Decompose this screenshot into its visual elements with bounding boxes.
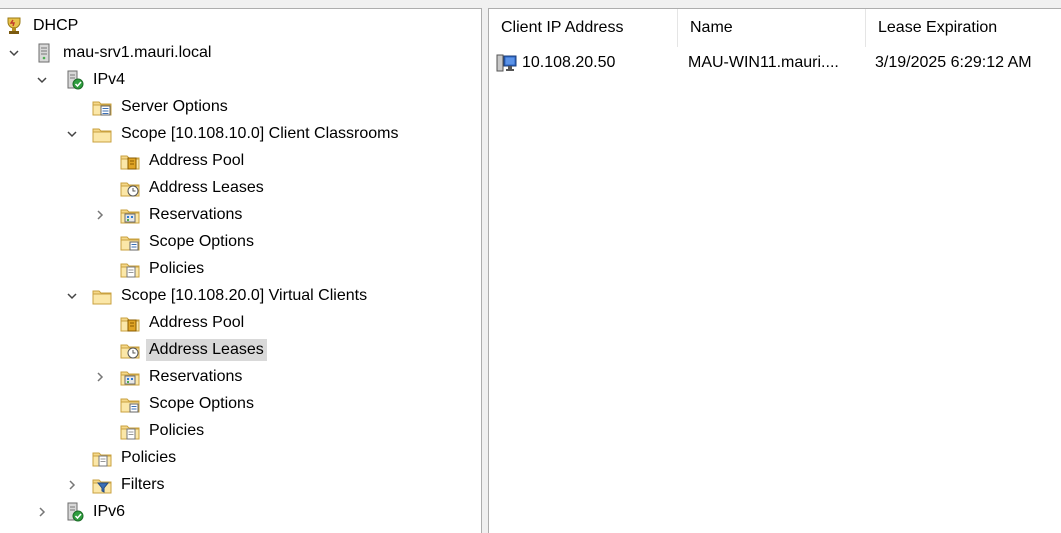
cell-lease-expiration: 3/19/2025 6:29:12 AM: [875, 54, 1032, 71]
table-row[interactable]: 10.108.20.50 MAU-WIN11.mauri.... 3/19/20…: [489, 51, 1061, 75]
tree-node-server-options[interactable]: Server Options: [92, 94, 231, 119]
tree-label: IPv4: [93, 70, 126, 88]
tree-node-scope-client-classrooms[interactable]: Scope [10.108.10.0] Client Classrooms: [92, 121, 401, 146]
tree-node-address-leases[interactable]: Address Leases: [120, 175, 267, 200]
folder-icon: [92, 286, 112, 306]
expand-chevron-down-icon[interactable]: [64, 121, 80, 146]
tree-label: Address Leases: [149, 178, 264, 196]
expand-chevron-down-icon[interactable]: [6, 40, 22, 65]
policies-icon: [92, 448, 112, 466]
cell-name: MAU-WIN11.mauri....: [688, 54, 839, 71]
tree-label: Address Pool: [149, 313, 245, 331]
address-pool-icon: [120, 151, 140, 169]
expand-chevron-right-icon[interactable]: [92, 364, 108, 389]
server-icon: [38, 43, 50, 62]
tree-node-ipv4-policies[interactable]: Policies: [92, 445, 179, 470]
tree-node-scope-virtual-clients[interactable]: Scope [10.108.20.0] Virtual Clients: [92, 283, 370, 308]
results-list[interactable]: Client IP Address Name Lease Expiration …: [488, 8, 1061, 533]
tree-node-reservations[interactable]: Reservations: [120, 364, 245, 389]
tree-label: Scope [10.108.20.0] Virtual Clients: [121, 286, 368, 304]
tree-label: Reservations: [149, 367, 243, 385]
tree-node-address-leases-selected[interactable]: Address Leases: [120, 337, 267, 362]
client-computer-icon: [496, 54, 517, 72]
console-tree[interactable]: DHCP mau-srv1.mauri.local IPv4 Server Op…: [0, 8, 482, 533]
folder-icon: [92, 124, 112, 144]
tree-label: IPv6: [93, 502, 126, 520]
tree-node-ipv6[interactable]: IPv6: [64, 499, 128, 524]
tree-node-server[interactable]: mau-srv1.mauri.local: [34, 40, 214, 65]
tree-node-dhcp[interactable]: DHCP: [4, 13, 81, 38]
column-header-client-ip[interactable]: Client IP Address: [489, 9, 678, 47]
tree-node-policies[interactable]: Policies: [120, 418, 207, 443]
tree-node-address-pool[interactable]: Address Pool: [120, 310, 247, 335]
expand-chevron-down-icon[interactable]: [64, 283, 80, 308]
expand-chevron-right-icon[interactable]: [92, 202, 108, 227]
tree-label: Scope Options: [149, 394, 254, 412]
window-top-strip: [0, 0, 1061, 8]
reservations-icon: [120, 205, 140, 225]
expand-chevron-right-icon[interactable]: [64, 472, 80, 497]
server-options-icon: [92, 97, 112, 115]
tree-label: Policies: [149, 259, 205, 277]
dhcp-root-icon: [7, 17, 21, 34]
tree-node-filters[interactable]: Filters: [92, 472, 168, 497]
scope-options-icon: [120, 394, 140, 412]
address-pool-icon: [120, 313, 140, 331]
expand-chevron-right-icon[interactable]: [34, 499, 50, 524]
policies-icon: [120, 421, 140, 439]
filter-icon: [92, 475, 112, 495]
tree-node-policies[interactable]: Policies: [120, 256, 207, 281]
tree-label: Filters: [121, 475, 165, 493]
tree-label: Policies: [121, 448, 177, 466]
tree-node-address-pool[interactable]: Address Pool: [120, 148, 247, 173]
policies-icon: [120, 259, 140, 277]
tree-label: DHCP: [33, 16, 79, 34]
tree-label: Scope Options: [149, 232, 254, 250]
tree-label: Reservations: [149, 205, 243, 223]
column-header-lease-expiration[interactable]: Lease Expiration: [866, 9, 1061, 47]
column-header-name[interactable]: Name: [678, 9, 866, 47]
tree-label: mau-srv1.mauri.local: [63, 43, 212, 61]
reservations-icon: [120, 367, 140, 387]
address-leases-icon: [120, 178, 140, 196]
cell-client-ip: 10.108.20.50: [496, 51, 615, 75]
ipv4-icon: [67, 70, 84, 89]
tree-label: Address Pool: [149, 151, 245, 169]
tree-label: Server Options: [121, 97, 228, 115]
ipv6-icon: [67, 502, 84, 521]
tree-label: Scope [10.108.10.0] Client Classrooms: [121, 124, 399, 142]
tree-node-reservations[interactable]: Reservations: [120, 202, 245, 227]
tree-node-ipv4[interactable]: IPv4: [64, 67, 128, 92]
expand-chevron-down-icon[interactable]: [34, 67, 50, 92]
tree-node-scope-options[interactable]: Scope Options: [120, 229, 257, 254]
tree-label: Policies: [149, 421, 205, 439]
tree-node-scope-options[interactable]: Scope Options: [120, 391, 257, 416]
address-leases-icon: [120, 340, 140, 358]
scope-options-icon: [120, 232, 140, 250]
tree-label: Address Leases: [146, 338, 267, 361]
